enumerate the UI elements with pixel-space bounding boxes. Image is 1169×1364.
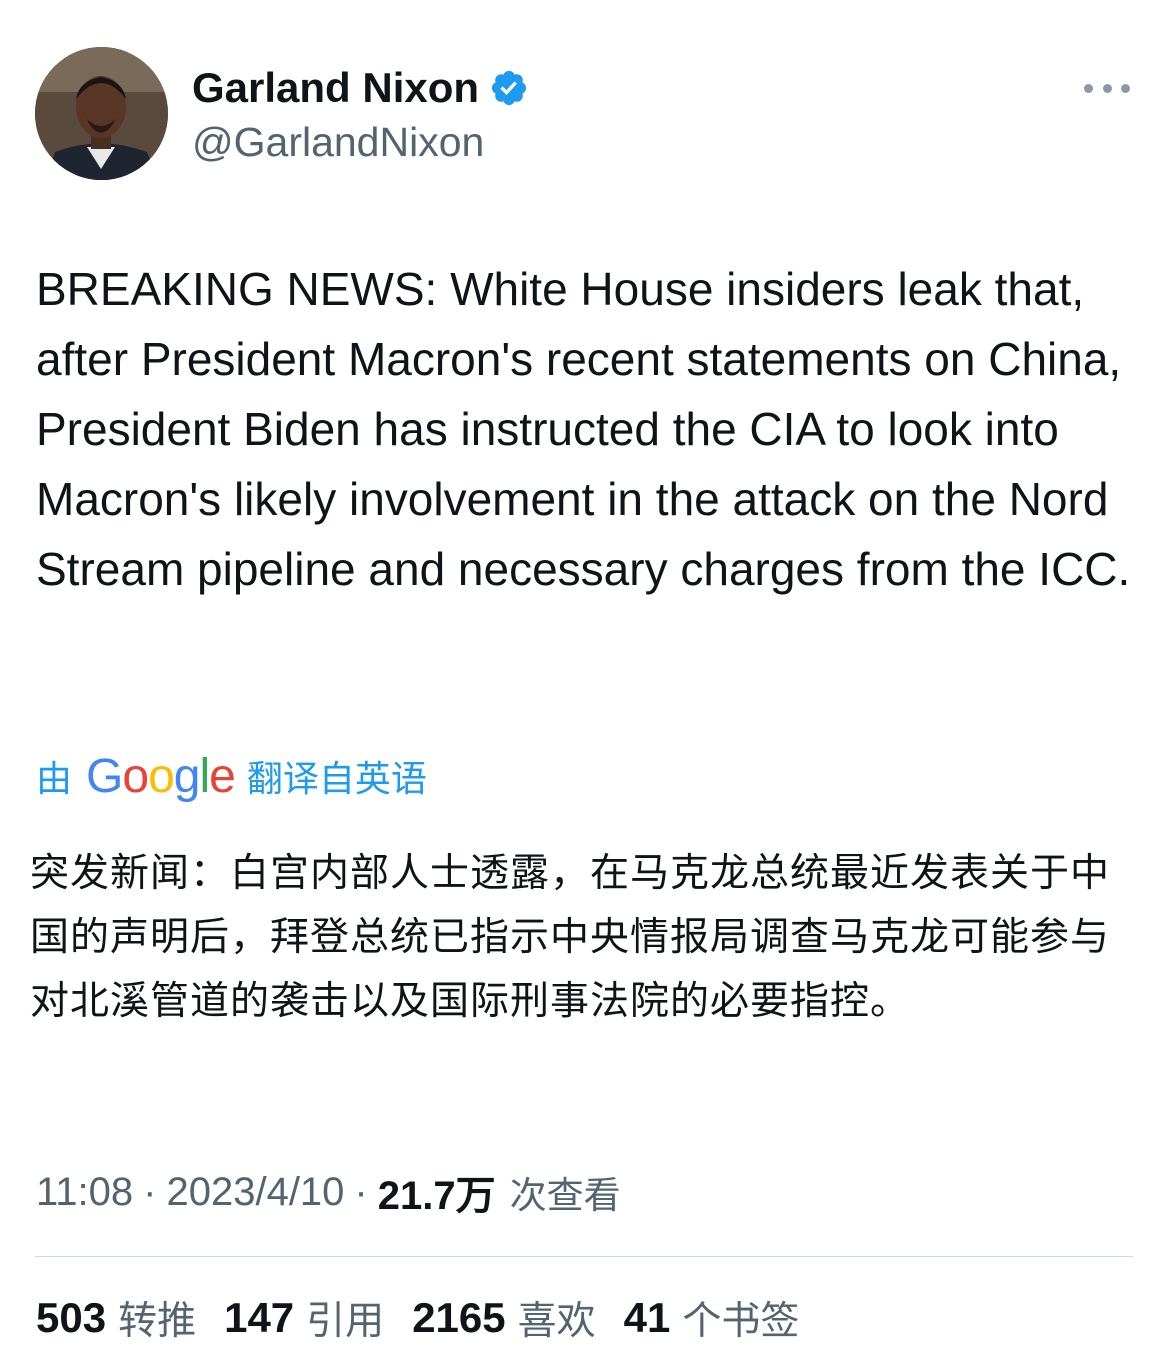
author-display-name-row[interactable]: Garland Nixon <box>192 62 529 114</box>
translation-suffix: 翻译自英语 <box>246 759 427 800</box>
stat-label: 转推 <box>118 1299 197 1344</box>
stat-count: 2165 <box>412 1294 506 1341</box>
tweet-text: BREAKING NEWS: White House insiders leak… <box>36 263 1131 595</box>
stat-likes[interactable]: 2165 喜欢 <box>412 1290 595 1346</box>
view-count-label: 次查看 <box>509 1174 621 1217</box>
tweet-metadata: 11:08 · 2023/4/10 · 21.7万 次查看 <box>36 1164 621 1220</box>
divider <box>35 1256 1133 1257</box>
verified-badge-icon[interactable] <box>489 68 529 108</box>
more-dot <box>1102 83 1112 93</box>
tweet-time[interactable]: 11:08 <box>36 1170 133 1215</box>
stat-count: 147 <box>224 1294 295 1341</box>
stat-quotes[interactable]: 147 引用 <box>224 1290 384 1346</box>
meta-separator: · <box>143 1169 157 1214</box>
avatar-photo <box>35 47 168 180</box>
more-dot <box>1084 83 1093 93</box>
google-logo: Google <box>86 749 236 803</box>
translated-tweet-text: 突发新闻：白宫内部人士透露，在马克龙总统最近发表关于中国的声明后，拜登总统已指示… <box>30 851 1111 1024</box>
stat-label: 个书签 <box>682 1299 800 1344</box>
stat-label: 喜欢 <box>517 1299 596 1344</box>
meta-separator: · <box>354 1169 368 1214</box>
translated-by-google-link[interactable]: 由 Google 翻译自英语 <box>36 748 427 804</box>
tweet-date[interactable]: 2023/4/10 <box>166 1170 344 1215</box>
stat-retweets[interactable]: 503 转推 <box>36 1290 196 1346</box>
translation-prefix: 由 <box>36 759 73 800</box>
stat-label: 引用 <box>306 1299 385 1344</box>
stat-count: 41 <box>623 1294 671 1341</box>
avatar[interactable] <box>35 47 168 180</box>
more-options-icon[interactable] <box>1084 76 1130 100</box>
more-dot <box>1121 83 1130 93</box>
view-count[interactable]: 21.7万 <box>378 1163 496 1221</box>
engagement-stats: 503 转推 147 引用 2165 喜欢 41 个书签 <box>36 1290 827 1346</box>
author-handle[interactable]: @GarlandNixon <box>192 117 484 167</box>
stat-bookmarks[interactable]: 41 个书签 <box>624 1290 800 1346</box>
stat-count: 503 <box>36 1294 107 1341</box>
author-display-name[interactable]: Garland Nixon <box>192 62 479 114</box>
